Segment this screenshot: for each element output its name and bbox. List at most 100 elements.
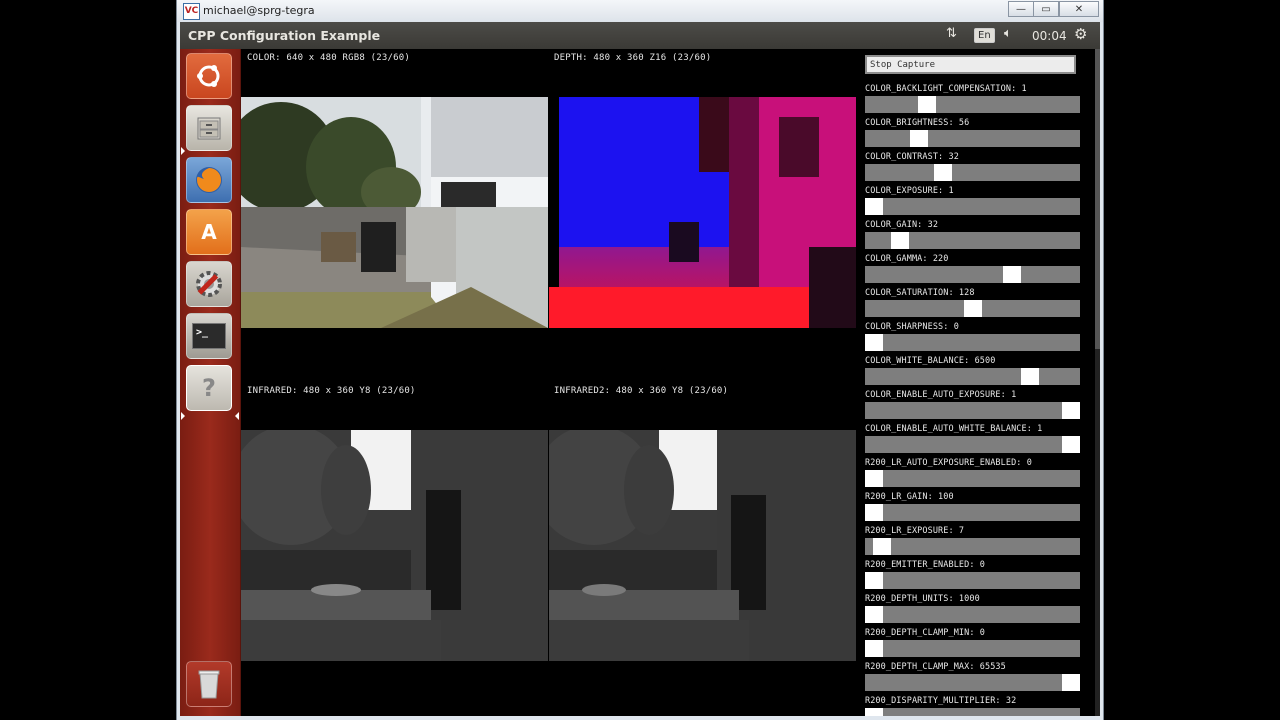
- control-slider[interactable]: [865, 164, 1080, 181]
- vnc-logo-icon: VC: [183, 3, 200, 20]
- control-label: COLOR_GAMMA: 220: [865, 254, 949, 264]
- control-slider-thumb[interactable]: [910, 130, 928, 147]
- control-slider[interactable]: [865, 708, 1080, 716]
- control-slider[interactable]: [865, 368, 1080, 385]
- launcher-help[interactable]: ?: [186, 365, 232, 411]
- speaker-icon[interactable]: 🔈︎: [1004, 26, 1012, 41]
- launcher-terminal[interactable]: >_: [186, 313, 232, 359]
- control-slider-thumb[interactable]: [865, 470, 883, 487]
- control-panel: Stop Capture COLOR_BACKLIGHT_COMPENSATIO…: [863, 49, 1090, 716]
- close-button[interactable]: ✕: [1059, 1, 1099, 17]
- running-indicator: [181, 147, 185, 155]
- launcher-trash[interactable]: [186, 661, 232, 707]
- control-slider-thumb[interactable]: [865, 572, 883, 589]
- control-label: COLOR_GAIN: 32: [865, 220, 939, 230]
- app-window: CPP Configuration Example ⇅ En 🔈︎ 00:04 …: [180, 22, 1100, 716]
- control-slider[interactable]: [865, 504, 1080, 521]
- control-slider[interactable]: [865, 198, 1080, 215]
- control-slider-thumb[interactable]: [865, 640, 883, 657]
- active-indicator: [235, 412, 239, 420]
- control-slider-thumb[interactable]: [1021, 368, 1039, 385]
- control-label: R200_DEPTH_CLAMP_MIN: 0: [865, 628, 986, 638]
- terminal-icon: >_: [192, 323, 226, 349]
- control-slider-thumb[interactable]: [918, 96, 936, 113]
- control-slider[interactable]: [865, 640, 1080, 657]
- control-slider[interactable]: [865, 402, 1080, 419]
- control-slider[interactable]: [865, 266, 1080, 283]
- control-slider[interactable]: [865, 334, 1080, 351]
- control-slider-thumb[interactable]: [891, 232, 909, 249]
- control-label: COLOR_BRIGHTNESS: 56: [865, 118, 970, 128]
- restore-button[interactable]: ▭: [1033, 1, 1059, 17]
- control-slider[interactable]: [865, 96, 1080, 113]
- color-stream-caption: COLOR: 640 x 480 RGB8 (23/60): [247, 53, 410, 63]
- launcher-system-settings[interactable]: [186, 261, 232, 307]
- help-icon: ?: [202, 374, 216, 402]
- depth-stream-image: [549, 97, 856, 328]
- stop-capture-button[interactable]: Stop Capture: [865, 55, 1076, 74]
- gear-icon[interactable]: ⚙: [1074, 25, 1087, 43]
- control-label: COLOR_SATURATION: 128: [865, 288, 975, 298]
- control-slider[interactable]: [865, 538, 1080, 555]
- control-slider-thumb[interactable]: [1062, 402, 1080, 419]
- control-slider-thumb[interactable]: [865, 708, 883, 716]
- control-slider-thumb[interactable]: [873, 538, 891, 555]
- control-label: R200_DEPTH_UNITS: 1000: [865, 594, 980, 604]
- control-slider-thumb[interactable]: [934, 164, 952, 181]
- trash-icon: [198, 670, 220, 699]
- control-label: R200_LR_AUTO_EXPOSURE_ENABLED: 0: [865, 458, 1032, 468]
- clock[interactable]: 00:04: [1032, 29, 1067, 43]
- launcher-software-center[interactable]: A: [186, 209, 232, 255]
- control-slider[interactable]: [865, 606, 1080, 623]
- infrared-stream-image: [241, 430, 548, 661]
- control-slider-thumb[interactable]: [1062, 674, 1080, 691]
- control-slider[interactable]: [865, 130, 1080, 147]
- firefox-icon: [196, 167, 222, 193]
- control-label: R200_DISPARITY_MULTIPLIER: 32: [865, 696, 1017, 706]
- control-label: R200_EMITTER_ENABLED: 0: [865, 560, 986, 570]
- running-indicator: [181, 412, 185, 420]
- control-label: COLOR_CONTRAST: 32: [865, 152, 959, 162]
- transfer-arrows-icon[interactable]: ⇅: [946, 26, 957, 41]
- stream-viewer: COLOR: 640 x 480 RGB8 (23/60) DEPTH: 480…: [241, 49, 861, 716]
- control-label: COLOR_SHARPNESS: 0: [865, 322, 959, 332]
- minimize-button[interactable]: —: [1008, 1, 1034, 17]
- control-slider[interactable]: [865, 470, 1080, 487]
- control-slider-thumb[interactable]: [1062, 436, 1080, 453]
- app-header: CPP Configuration Example ⇅ En 🔈︎ 00:04 …: [180, 22, 1100, 49]
- control-label: R200_DEPTH_CLAMP_MAX: 65535: [865, 662, 1006, 672]
- control-slider[interactable]: [865, 300, 1080, 317]
- control-label: R200_LR_GAIN: 100: [865, 492, 954, 502]
- launcher: A >_ ?: [180, 49, 241, 716]
- panel-scrollbar-thumb[interactable]: [1095, 49, 1100, 349]
- ubuntu-logo-icon: [197, 65, 220, 87]
- launcher-firefox[interactable]: [186, 157, 232, 203]
- control-label: COLOR_ENABLE_AUTO_EXPOSURE: 1: [865, 390, 1017, 400]
- control-slider-thumb[interactable]: [1003, 266, 1021, 283]
- control-label: COLOR_ENABLE_AUTO_WHITE_BALANCE: 1: [865, 424, 1043, 434]
- control-slider-thumb[interactable]: [865, 198, 883, 215]
- file-cabinet-icon: [197, 117, 221, 140]
- infrared2-stream-caption: INFRARED2: 480 x 360 Y8 (23/60): [554, 386, 729, 396]
- infrared2-stream-image: [549, 430, 856, 661]
- control-slider-thumb[interactable]: [865, 606, 883, 623]
- control-slider[interactable]: [865, 436, 1080, 453]
- launcher-files[interactable]: [186, 105, 232, 151]
- control-slider-thumb[interactable]: [865, 504, 883, 521]
- app-title: CPP Configuration Example: [188, 28, 381, 43]
- control-slider[interactable]: [865, 674, 1080, 691]
- control-slider[interactable]: [865, 572, 1080, 589]
- shopping-bag-icon: A: [201, 220, 217, 244]
- control-label: COLOR_EXPOSURE: 1: [865, 186, 954, 196]
- color-stream-image: [241, 97, 548, 328]
- vnc-titlebar[interactable]: VC michael@sprg-tegra — ▭ ✕: [177, 0, 1103, 22]
- launcher-ubuntu-dash[interactable]: [186, 53, 232, 99]
- control-slider-thumb[interactable]: [964, 300, 982, 317]
- depth-stream-caption: DEPTH: 480 x 360 Z16 (23/60): [554, 53, 712, 63]
- control-slider[interactable]: [865, 232, 1080, 249]
- settings-tools-icon: [196, 271, 222, 297]
- panel-scrollbar[interactable]: [1095, 49, 1100, 716]
- language-indicator[interactable]: En: [974, 28, 995, 43]
- control-slider-thumb[interactable]: [865, 334, 883, 351]
- control-label: COLOR_WHITE_BALANCE: 6500: [865, 356, 996, 366]
